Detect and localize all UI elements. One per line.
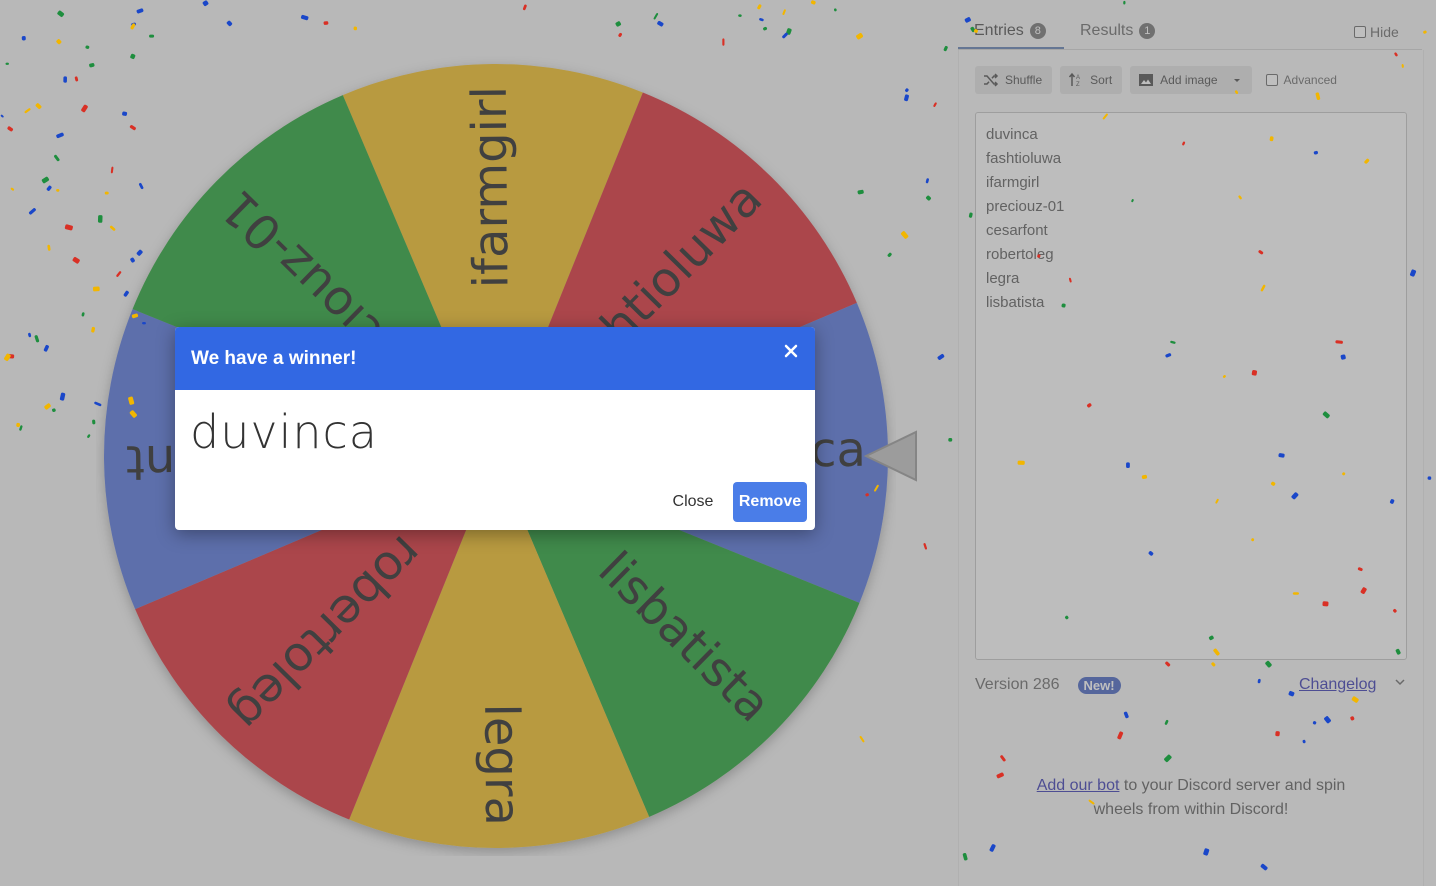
remove-button[interactable]: Remove [733, 482, 807, 522]
close-button[interactable]: Close [661, 482, 725, 522]
close-icon[interactable] [781, 341, 801, 361]
dialog-title: We have a winner! [191, 348, 357, 369]
winner-dialog: We have a winner! duvinca Close Remove [175, 327, 815, 530]
winner-name: duvinca [190, 405, 378, 459]
dialog-header: We have a winner! [175, 327, 815, 390]
